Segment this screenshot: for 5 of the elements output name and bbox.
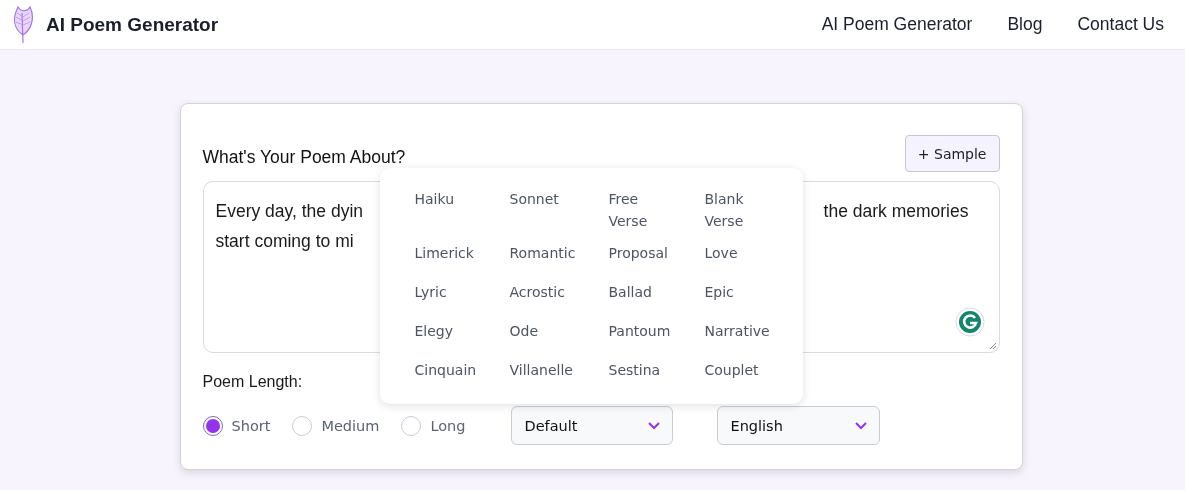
length-label: Poem Length: [202,373,303,391]
textarea-text: start coming to mi [215,230,354,253]
textarea-text: Every day, the dyin [215,200,364,223]
textarea-text: the dark memories [823,200,969,223]
prompt-label: What's Your Poem About? [202,147,406,169]
